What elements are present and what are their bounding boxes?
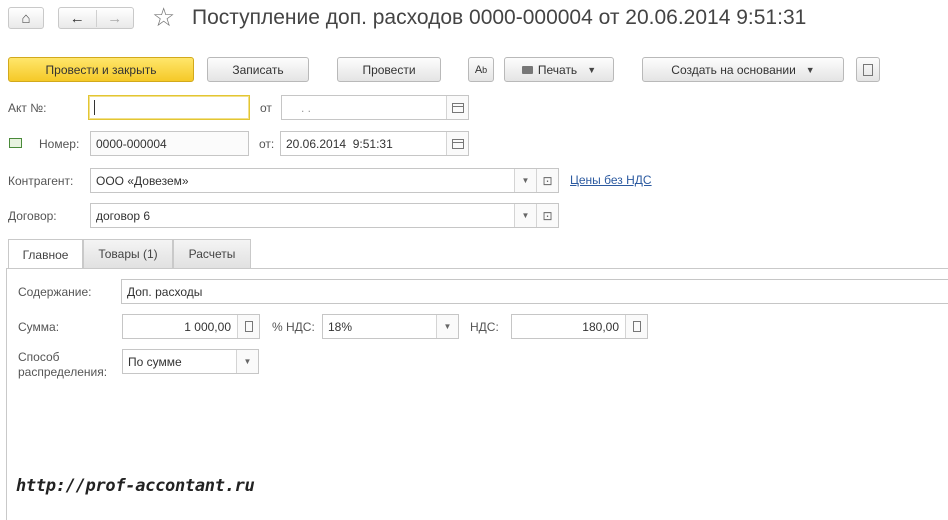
act-date-input[interactable]: . . xyxy=(281,95,469,120)
tab-settlements-label: Расчеты xyxy=(188,247,236,261)
chevron-down-icon: ▼ xyxy=(521,211,530,220)
spellcheck-icon: Ab xyxy=(474,63,488,76)
counterparty-input[interactable]: ООО «Довезем» ▼ ⊡ xyxy=(90,168,559,193)
calculator-icon xyxy=(244,321,253,332)
post-label: Провести xyxy=(362,62,416,77)
distribution-dropdown-button[interactable]: ▼ xyxy=(236,350,258,373)
distribution-select[interactable]: По сумме ▼ xyxy=(122,349,259,374)
page-title: Поступление доп. расходов 0000-000004 от… xyxy=(192,6,807,29)
tab-main[interactable]: Главное xyxy=(8,239,83,269)
chevron-down-icon: ▼ xyxy=(805,64,815,75)
spellcheck-button[interactable]: Ab xyxy=(468,57,494,82)
vat-rate-value: 18% xyxy=(328,319,353,334)
home-icon: ⌂ xyxy=(21,9,31,27)
vat-rate-dropdown-button[interactable]: ▼ xyxy=(436,315,458,338)
calculator-button[interactable] xyxy=(625,315,647,338)
posted-status-icon xyxy=(9,138,22,148)
create-based-on-button[interactable]: Создать на основании ▼ xyxy=(642,57,844,82)
calculator-icon xyxy=(632,321,641,332)
content-value: Доп. расходы xyxy=(127,284,203,299)
contract-dropdown-button[interactable]: ▼ xyxy=(514,204,536,227)
contract-open-button[interactable]: ⊡ xyxy=(536,204,558,227)
content-label: Содержание: xyxy=(18,285,92,299)
open-link-icon: ⊡ xyxy=(542,173,553,188)
act-date-label: от xyxy=(260,101,272,115)
number-value: 0000-000004 xyxy=(96,136,167,151)
vat-label: НДС: xyxy=(470,320,499,334)
counterparty-dropdown-button[interactable]: ▼ xyxy=(514,169,536,192)
distribution-label: Способ распределения: xyxy=(18,350,107,380)
tab-goods[interactable]: Товары (1) xyxy=(83,239,173,268)
contract-input[interactable]: договор 6 ▼ ⊡ xyxy=(90,203,559,228)
tab-goods-label: Товары (1) xyxy=(98,247,158,261)
act-number-label: Акт №: xyxy=(8,101,47,115)
chevron-down-icon: ▼ xyxy=(243,357,252,366)
create-based-on-label: Создать на основании xyxy=(671,62,796,77)
calculator-button[interactable] xyxy=(237,315,259,338)
counterparty-open-button[interactable]: ⊡ xyxy=(536,169,558,192)
sum-label: Сумма: xyxy=(18,320,60,334)
calendar-button[interactable] xyxy=(446,96,468,119)
calendar-icon xyxy=(451,138,464,149)
document-date-value: 20.06.2014 9:51:31 xyxy=(286,136,393,151)
counterparty-label: Контрагент: xyxy=(8,174,74,188)
chevron-down-icon: ▼ xyxy=(521,176,530,185)
prices-without-vat-link[interactable]: Цены без НДС xyxy=(570,173,652,187)
act-number-input[interactable] xyxy=(88,95,250,120)
document-date-input[interactable]: 20.06.2014 9:51:31 xyxy=(280,131,469,156)
sum-value: 1 000,00 xyxy=(184,319,231,334)
counterparty-value: ООО «Довезем» xyxy=(96,173,189,188)
watermark-url: http://prof-accontant.ru xyxy=(16,476,255,496)
distribution-label-line1: Способ xyxy=(18,350,60,364)
vat-input[interactable]: 180,00 xyxy=(511,314,648,339)
printer-icon xyxy=(521,65,533,74)
forward-icon[interactable]: → xyxy=(95,9,134,27)
number-date-label: от: xyxy=(259,137,275,151)
tab-main-label: Главное xyxy=(22,247,69,262)
report-button[interactable] xyxy=(856,57,880,82)
contract-label: Договор: xyxy=(8,209,57,223)
tab-settlements[interactable]: Расчеты xyxy=(173,239,251,268)
contract-value: договор 6 xyxy=(96,208,151,223)
vat-rate-label: % НДС: xyxy=(272,320,315,334)
sum-input[interactable]: 1 000,00 xyxy=(122,314,260,339)
print-button[interactable]: Печать ▼ xyxy=(504,57,614,82)
content-input[interactable]: Доп. расходы xyxy=(121,279,948,304)
post-button[interactable]: Провести xyxy=(337,57,441,82)
report-icon xyxy=(863,63,873,76)
history-nav: ← → xyxy=(58,7,134,29)
chevron-down-icon: ▼ xyxy=(587,64,597,75)
number-input[interactable]: 0000-000004 xyxy=(90,131,249,156)
chevron-down-icon: ▼ xyxy=(443,322,452,331)
save-label: Записать xyxy=(232,62,284,77)
text-cursor xyxy=(94,100,95,115)
post-and-close-button[interactable]: Провести и закрыть xyxy=(8,57,194,82)
calendar-button[interactable] xyxy=(446,132,468,155)
distribution-label-line2: распределения: xyxy=(18,365,108,379)
number-label: Номер: xyxy=(39,137,80,151)
act-date-value: . . xyxy=(301,100,312,115)
print-label: Печать xyxy=(537,62,578,77)
save-button[interactable]: Записать xyxy=(207,57,309,82)
vat-value: 180,00 xyxy=(582,319,619,334)
post-and-close-label: Провести и закрыть xyxy=(45,62,157,77)
home-button[interactable]: ⌂ xyxy=(8,7,44,29)
back-icon[interactable]: ← xyxy=(59,10,96,27)
vat-rate-select[interactable]: 18% ▼ xyxy=(322,314,459,339)
distribution-value: По сумме xyxy=(128,354,182,369)
open-link-icon: ⊡ xyxy=(542,208,553,223)
calendar-icon xyxy=(451,102,464,113)
favorite-star-icon[interactable]: ☆ xyxy=(152,2,175,33)
